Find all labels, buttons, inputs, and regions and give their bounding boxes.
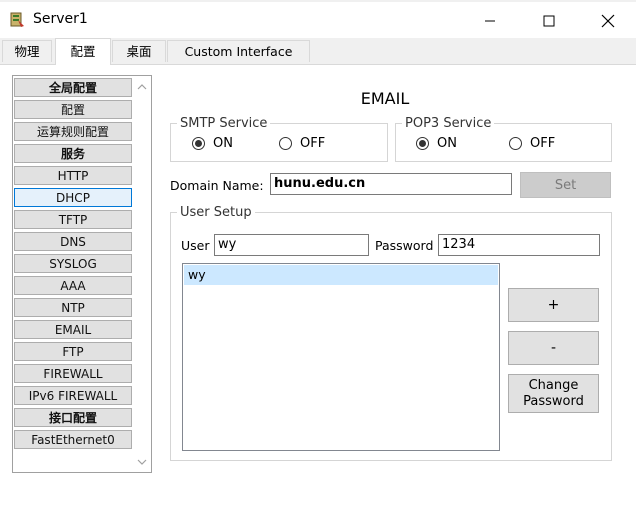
minimize-icon — [485, 20, 495, 22]
smtp-off-radio[interactable]: OFF — [279, 136, 325, 151]
sidebar-header-global: 全局配置 — [14, 78, 132, 97]
user-listbox[interactable]: wy — [182, 263, 500, 451]
password-input[interactable]: 1234 — [438, 234, 600, 256]
change-password-line2: Password — [523, 393, 584, 409]
tab-desktop[interactable]: 桌面 — [112, 40, 166, 62]
remove-user-button[interactable]: - — [508, 331, 599, 365]
pop3-on-label: ON — [437, 136, 457, 151]
chevron-down-icon — [137, 459, 147, 465]
close-icon — [601, 14, 615, 28]
maximize-icon — [543, 15, 555, 27]
radio-selected-icon — [416, 137, 429, 150]
sidebar-item-aaa[interactable]: AAA — [14, 276, 132, 295]
scroll-down-button[interactable] — [133, 453, 151, 470]
minimize-button[interactable] — [467, 4, 513, 38]
pop3-service-legend: POP3 Service — [405, 116, 492, 131]
smtp-off-label: OFF — [300, 136, 326, 151]
chevron-up-icon — [137, 83, 147, 89]
sidebar-header-services: 服务 — [14, 144, 132, 163]
sidebar-item-settings[interactable]: 配置 — [14, 100, 132, 119]
pop3-off-label: OFF — [530, 136, 556, 151]
page-title: EMAIL — [360, 89, 410, 108]
smtp-on-radio[interactable]: ON — [192, 136, 233, 151]
window-title: Server1 — [33, 11, 88, 27]
sidebar-item-ipv6-firewall[interactable]: IPv6 FIREWALL — [14, 386, 132, 405]
tab-bar: 物理 配置 桌面 Custom Interface — [0, 38, 636, 65]
sidebar-item-dhcp[interactable]: DHCP — [14, 188, 132, 207]
maximize-button[interactable] — [526, 4, 572, 38]
domain-name-label: Domain Name: — [170, 178, 264, 193]
tab-physical[interactable]: 物理 — [2, 40, 52, 62]
list-item[interactable]: wy — [184, 265, 498, 285]
sidebar-item-fastethernet0[interactable]: FastEthernet0 — [14, 430, 132, 449]
sidebar-item-algorithm[interactable]: 运算规则配置 — [14, 122, 132, 141]
radio-unselected-icon — [509, 137, 522, 150]
radio-selected-icon — [192, 137, 205, 150]
server-app-icon — [8, 11, 26, 29]
close-button[interactable] — [585, 4, 631, 38]
sidebar-list[interactable]: 全局配置 配置 运算规则配置 服务 HTTP DHCP TFTP DNS SYS… — [12, 75, 152, 473]
tab-config[interactable]: 配置 — [55, 38, 111, 65]
user-input[interactable]: wy — [214, 234, 369, 256]
set-button[interactable]: Set — [520, 172, 611, 198]
sidebar-header-interface: 接口配置 — [14, 408, 132, 427]
sidebar-item-ftp[interactable]: FTP — [14, 342, 132, 361]
scroll-up-button[interactable] — [133, 78, 151, 95]
sidebar-item-dns[interactable]: DNS — [14, 232, 132, 251]
sidebar-item-email[interactable]: EMAIL — [14, 320, 132, 339]
pop3-on-radio[interactable]: ON — [416, 136, 457, 151]
sidebar-item-firewall[interactable]: FIREWALL — [14, 364, 132, 383]
smtp-service-legend: SMTP Service — [180, 116, 268, 131]
tab-custom-interface[interactable]: Custom Interface — [167, 40, 310, 62]
sidebar-item-tftp[interactable]: TFTP — [14, 210, 132, 229]
change-password-button[interactable]: Change Password — [508, 374, 599, 413]
sidebar-item-http[interactable]: HTTP — [14, 166, 132, 185]
user-label: User — [181, 238, 210, 253]
add-user-button[interactable]: + — [508, 288, 599, 322]
sidebar-item-syslog[interactable]: SYSLOG — [14, 254, 132, 273]
user-setup-legend: User Setup — [180, 205, 252, 220]
config-content: 全局配置 配置 运算规则配置 服务 HTTP DHCP TFTP DNS SYS… — [0, 65, 636, 517]
password-label: Password — [375, 238, 434, 253]
pop3-off-radio[interactable]: OFF — [509, 136, 555, 151]
domain-name-input[interactable]: hunu.edu.cn — [270, 173, 512, 195]
radio-unselected-icon — [279, 137, 292, 150]
change-password-line1: Change — [528, 377, 579, 393]
sidebar-item-ntp[interactable]: NTP — [14, 298, 132, 317]
title-bar: Server1 — [0, 2, 636, 38]
smtp-on-label: ON — [213, 136, 233, 151]
sidebar-scrollbar[interactable] — [133, 76, 151, 472]
